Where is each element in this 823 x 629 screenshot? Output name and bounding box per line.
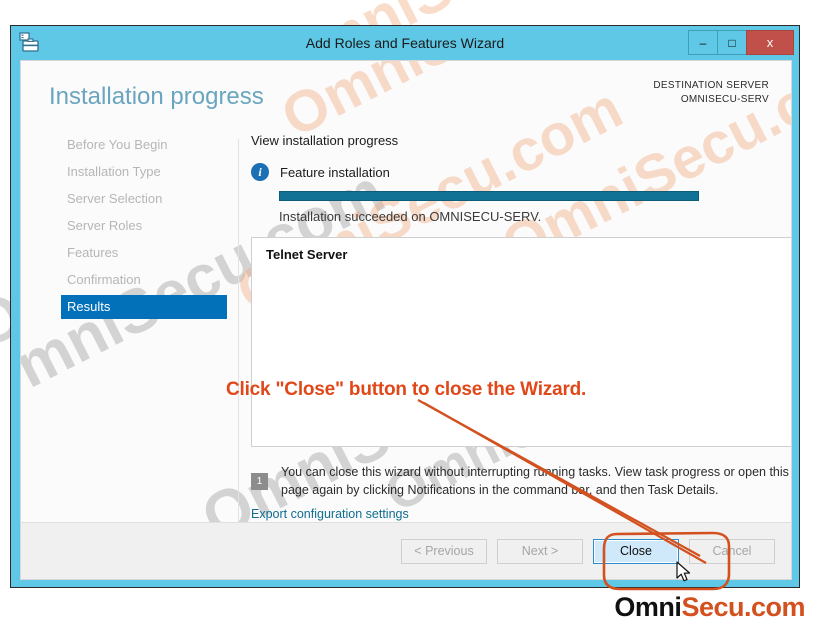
- sidebar-item-label: Features: [67, 245, 119, 260]
- wizard-nav-sidebar: Before You Begin Installation Type Server …: [21, 133, 238, 579]
- installation-progress-bar: [279, 191, 699, 201]
- brand-part-2: Secu.com: [681, 592, 805, 622]
- previous-button: < Previous: [401, 538, 487, 564]
- window-controls: – □ x: [688, 30, 794, 55]
- page-title: Installation progress: [49, 83, 264, 110]
- title-bar: Add Roles and Features Wizard – □ x: [11, 26, 799, 60]
- sidebar-item-server-selection[interactable]: Server Selection: [21, 187, 238, 211]
- sidebar-item-results[interactable]: Results: [61, 295, 227, 319]
- wizard-window: Add Roles and Features Wizard – □ x Omni…: [10, 25, 800, 588]
- sidebar-item-label: Installation Type: [67, 164, 161, 179]
- destination-server-block: DESTINATION SERVER OMNISECU-SERV: [653, 79, 769, 107]
- destination-server-name: OMNISECU-SERV: [680, 94, 769, 105]
- button-label: Next >: [521, 544, 559, 558]
- omnisecu-brand: OmniSecu.com: [614, 592, 805, 623]
- next-button: Next >: [497, 538, 583, 564]
- wizard-note: 1 You can close this wizard without inte…: [251, 463, 791, 499]
- sidebar-item-label: Server Roles: [67, 218, 143, 233]
- button-label: Close: [620, 544, 652, 558]
- info-icon: i: [251, 163, 269, 181]
- sidebar-item-features[interactable]: Features: [21, 241, 238, 265]
- minimize-button[interactable]: –: [688, 30, 718, 55]
- sidebar-item-before-you-begin[interactable]: Before You Begin: [21, 133, 238, 157]
- results-panel: Telnet Server: [251, 237, 791, 447]
- sidebar-item-server-roles[interactable]: Server Roles: [21, 214, 238, 238]
- sidebar-item-installation-type[interactable]: Installation Type: [21, 160, 238, 184]
- feature-installation-label: Feature installation: [280, 164, 390, 180]
- main-content: View installation progress i Feature ins…: [239, 133, 791, 579]
- view-progress-label: View installation progress: [251, 133, 399, 148]
- feature-installation-row: i Feature installation: [251, 163, 390, 181]
- page-header: Installation progress DESTINATION SERVER…: [21, 61, 791, 133]
- notification-flag-icon: 1: [251, 473, 268, 490]
- button-label: < Previous: [414, 544, 474, 558]
- cancel-button: Cancel: [689, 538, 775, 564]
- result-item-telnet-server: Telnet Server: [266, 247, 348, 262]
- close-window-button[interactable]: x: [746, 30, 794, 55]
- screenshot-root: OmniSecu.comOmniSecu.com Add Roles and F…: [0, 0, 823, 629]
- maximize-button[interactable]: □: [717, 30, 747, 55]
- installation-status-text: Installation succeeded on OMNISECU-SERV.: [279, 209, 542, 224]
- mouse-cursor-icon: [676, 561, 691, 582]
- installation-progress-fill: [280, 192, 698, 200]
- export-configuration-settings-link[interactable]: Export configuration settings: [251, 507, 409, 521]
- destination-label: DESTINATION SERVER: [653, 80, 769, 91]
- close-button[interactable]: Close: [593, 538, 679, 564]
- annotation-text: Click "Close" button to close the Wizard…: [226, 379, 587, 400]
- sidebar-item-label: Before You Begin: [67, 137, 168, 152]
- window-title: Add Roles and Features Wizard: [305, 35, 505, 51]
- wizard-client-area: OmniSecu.comOmniSecu.comOmniSecu.comOmni…: [20, 60, 792, 580]
- sidebar-item-confirmation[interactable]: Confirmation: [21, 268, 238, 292]
- sidebar-item-label: Results: [67, 299, 111, 314]
- sidebar-item-label: Server Selection: [67, 191, 163, 206]
- brand-part-1: Omni: [614, 592, 682, 622]
- button-label: Cancel: [712, 544, 752, 558]
- sidebar-item-label: Confirmation: [67, 272, 141, 287]
- wizard-note-text: You can close this wizard without interr…: [281, 465, 789, 497]
